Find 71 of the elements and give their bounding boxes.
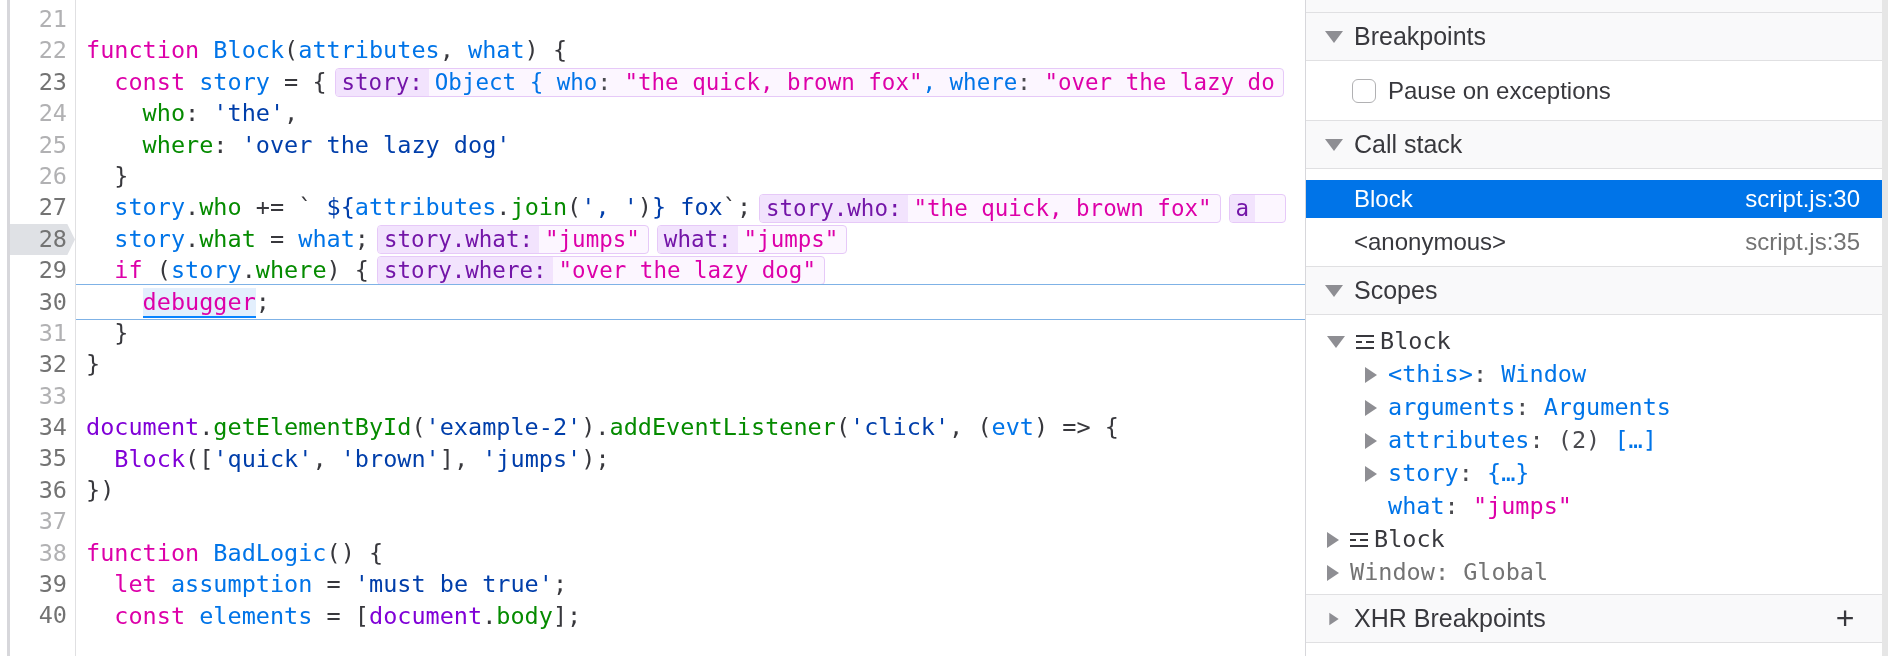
code-line: who: 'the', <box>141 98 299 130</box>
frame-location: script.js:35 <box>1745 227 1860 257</box>
line-number[interactable]: 27 <box>10 192 75 224</box>
preview-value: "the quick, brown fox" <box>912 194 1213 222</box>
add-icon[interactable]: + <box>1830 603 1860 634</box>
code-line: Block(['quick', 'brown'], 'jumps'); <box>113 443 610 475</box>
code-line: } <box>113 318 129 349</box>
scope-variable: <this>: Window <box>1388 358 1587 390</box>
scope-variable: story: {…} <box>1388 457 1530 489</box>
lines-icon <box>1350 531 1368 548</box>
section-header[interactable]: Scopes <box>1306 267 1882 315</box>
preview-label: a <box>1229 194 1256 222</box>
preview-value: "jumps" <box>544 225 641 253</box>
preview-label: story: <box>335 68 429 96</box>
line-number[interactable]: 35 <box>10 443 75 475</box>
code-line: if (story.where) { <box>113 255 369 287</box>
code-line: story.what = what; <box>113 223 369 255</box>
line-number[interactable]: 32 <box>10 349 75 381</box>
line-number[interactable]: 40 <box>10 600 75 632</box>
preview-label: story.what: <box>378 225 539 253</box>
frame-name: <anonymous> <box>1354 227 1507 257</box>
preview-label: story.who: <box>760 194 908 222</box>
triangle-icon[interactable] <box>1326 530 1340 549</box>
triangle-icon[interactable] <box>1364 431 1378 450</box>
code-line: story.who += ` ${attributes.join(', ')} fox`; <box>113 192 752 224</box>
code-line: const story = { <box>113 66 327 98</box>
code-line: }) <box>86 474 115 506</box>
section-header[interactable]: XHR Breakpoints + <box>1306 595 1882 643</box>
line-number[interactable]: 23 <box>10 66 75 99</box>
line-number[interactable]: 39 <box>10 569 75 601</box>
scope-name: Window: Global <box>1350 556 1549 588</box>
preview-value: Object { who: "the quick, brown fox", where: "over the lazy do <box>433 68 1276 96</box>
scope-variable: what: "jumps" <box>1388 490 1572 522</box>
line-number[interactable]: 28 <box>10 223 75 256</box>
call-stack-frame[interactable]: <anonymous> script.js:35 <box>1306 218 1882 266</box>
scope-variable: attributes: (2) […] <box>1388 424 1657 456</box>
triangle-icon[interactable] <box>1324 283 1344 298</box>
lines-icon <box>1356 333 1374 350</box>
scope-name: Block <box>1374 523 1445 555</box>
code-line: function Block(attributes, what) { <box>86 35 568 67</box>
section-header[interactable]: Call stack <box>1306 121 1882 169</box>
preview-label: what: <box>657 225 738 253</box>
call-stack-frame[interactable]: Block script.js:30 <box>1306 180 1882 218</box>
triangle-icon[interactable] <box>1364 365 1378 384</box>
code-line: const elements = [document.body]; <box>113 600 582 632</box>
code-line: } <box>86 349 101 381</box>
code-line: } <box>113 161 129 193</box>
checkbox-label: Pause on exceptions <box>1388 75 1611 106</box>
code-line: where: 'over the lazy dog' <box>141 129 511 161</box>
preview-value: "jumps" <box>742 225 840 253</box>
scope-name: Block <box>1380 325 1451 357</box>
frame-name: Block <box>1354 184 1413 214</box>
triangle-icon[interactable] <box>1364 464 1378 483</box>
triangle-icon[interactable] <box>1324 137 1344 152</box>
preview-label: story.where: <box>378 257 553 285</box>
line-number[interactable]: 34 <box>10 412 75 444</box>
code-line: document.getElementById('example-2').addEventListener('click', (evt) => { <box>86 412 1119 444</box>
preview-value: "over the lazy dog" <box>557 257 817 285</box>
line-number[interactable]: 36 <box>10 474 75 507</box>
line-number[interactable]: 29 <box>10 255 75 287</box>
line-number[interactable]: 30 <box>10 286 75 318</box>
code-line: let assumption = 'must be true'; <box>113 569 568 601</box>
triangle-icon[interactable] <box>1364 398 1378 417</box>
triangle-icon[interactable] <box>1326 334 1346 349</box>
frame-location: script.js:30 <box>1745 184 1860 214</box>
triangle-icon[interactable] <box>1326 563 1340 582</box>
triangle-icon[interactable] <box>1324 29 1344 44</box>
section-header[interactable]: Breakpoints <box>1306 13 1882 61</box>
code-line: function BadLogic() { <box>86 537 384 569</box>
checkbox[interactable] <box>1352 78 1376 103</box>
scope-variable: arguments: Arguments <box>1388 391 1671 423</box>
